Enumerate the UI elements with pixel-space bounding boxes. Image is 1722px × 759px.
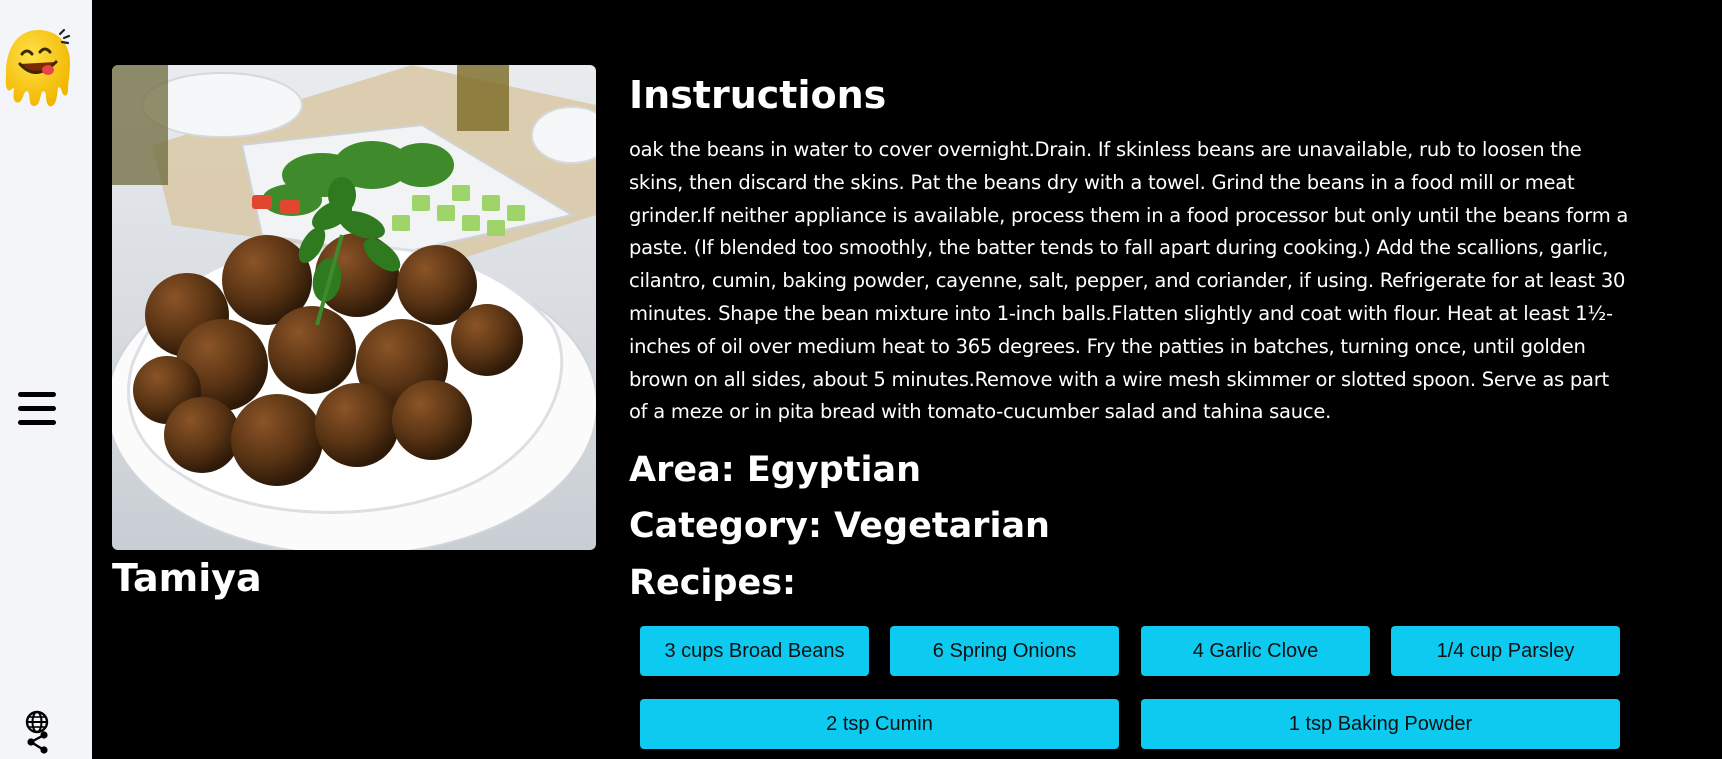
app: Tamiya Instructions oak the beans in wat… [0,0,1722,759]
hamburger-menu-icon[interactable] [18,392,58,428]
recipes-heading: Recipes: [629,563,797,603]
meal-image [112,65,596,550]
ingredient-chip-garlic-clove[interactable]: 4 Garlic Clove [1141,626,1370,676]
sidebar [0,0,92,759]
instructions-heading: Instructions [629,73,887,117]
instructions-text: oak the beans in water to cover overnigh… [629,138,1629,424]
ingredient-chip-broad-beans[interactable]: 3 cups Broad Beans [640,626,869,676]
category-label: Category: Vegetarian [629,506,1050,546]
ingredient-chip-spring-onions[interactable]: 6 Spring Onions [890,626,1119,676]
area-label: Area: Egyptian [629,450,921,490]
globe-share-icon[interactable] [22,708,52,754]
drooling-face-logo-icon[interactable] [2,26,74,110]
ingredient-chip-cumin[interactable]: 2 tsp Cumin [640,699,1119,749]
ingredient-chip-baking-powder[interactable]: 1 tsp Baking Powder [1141,699,1620,749]
instructions-section: Instructions oak the beans in water to c… [629,66,1639,429]
meal-name: Tamiya [112,556,262,600]
ingredient-chip-parsley[interactable]: 1/4 cup Parsley [1391,626,1620,676]
